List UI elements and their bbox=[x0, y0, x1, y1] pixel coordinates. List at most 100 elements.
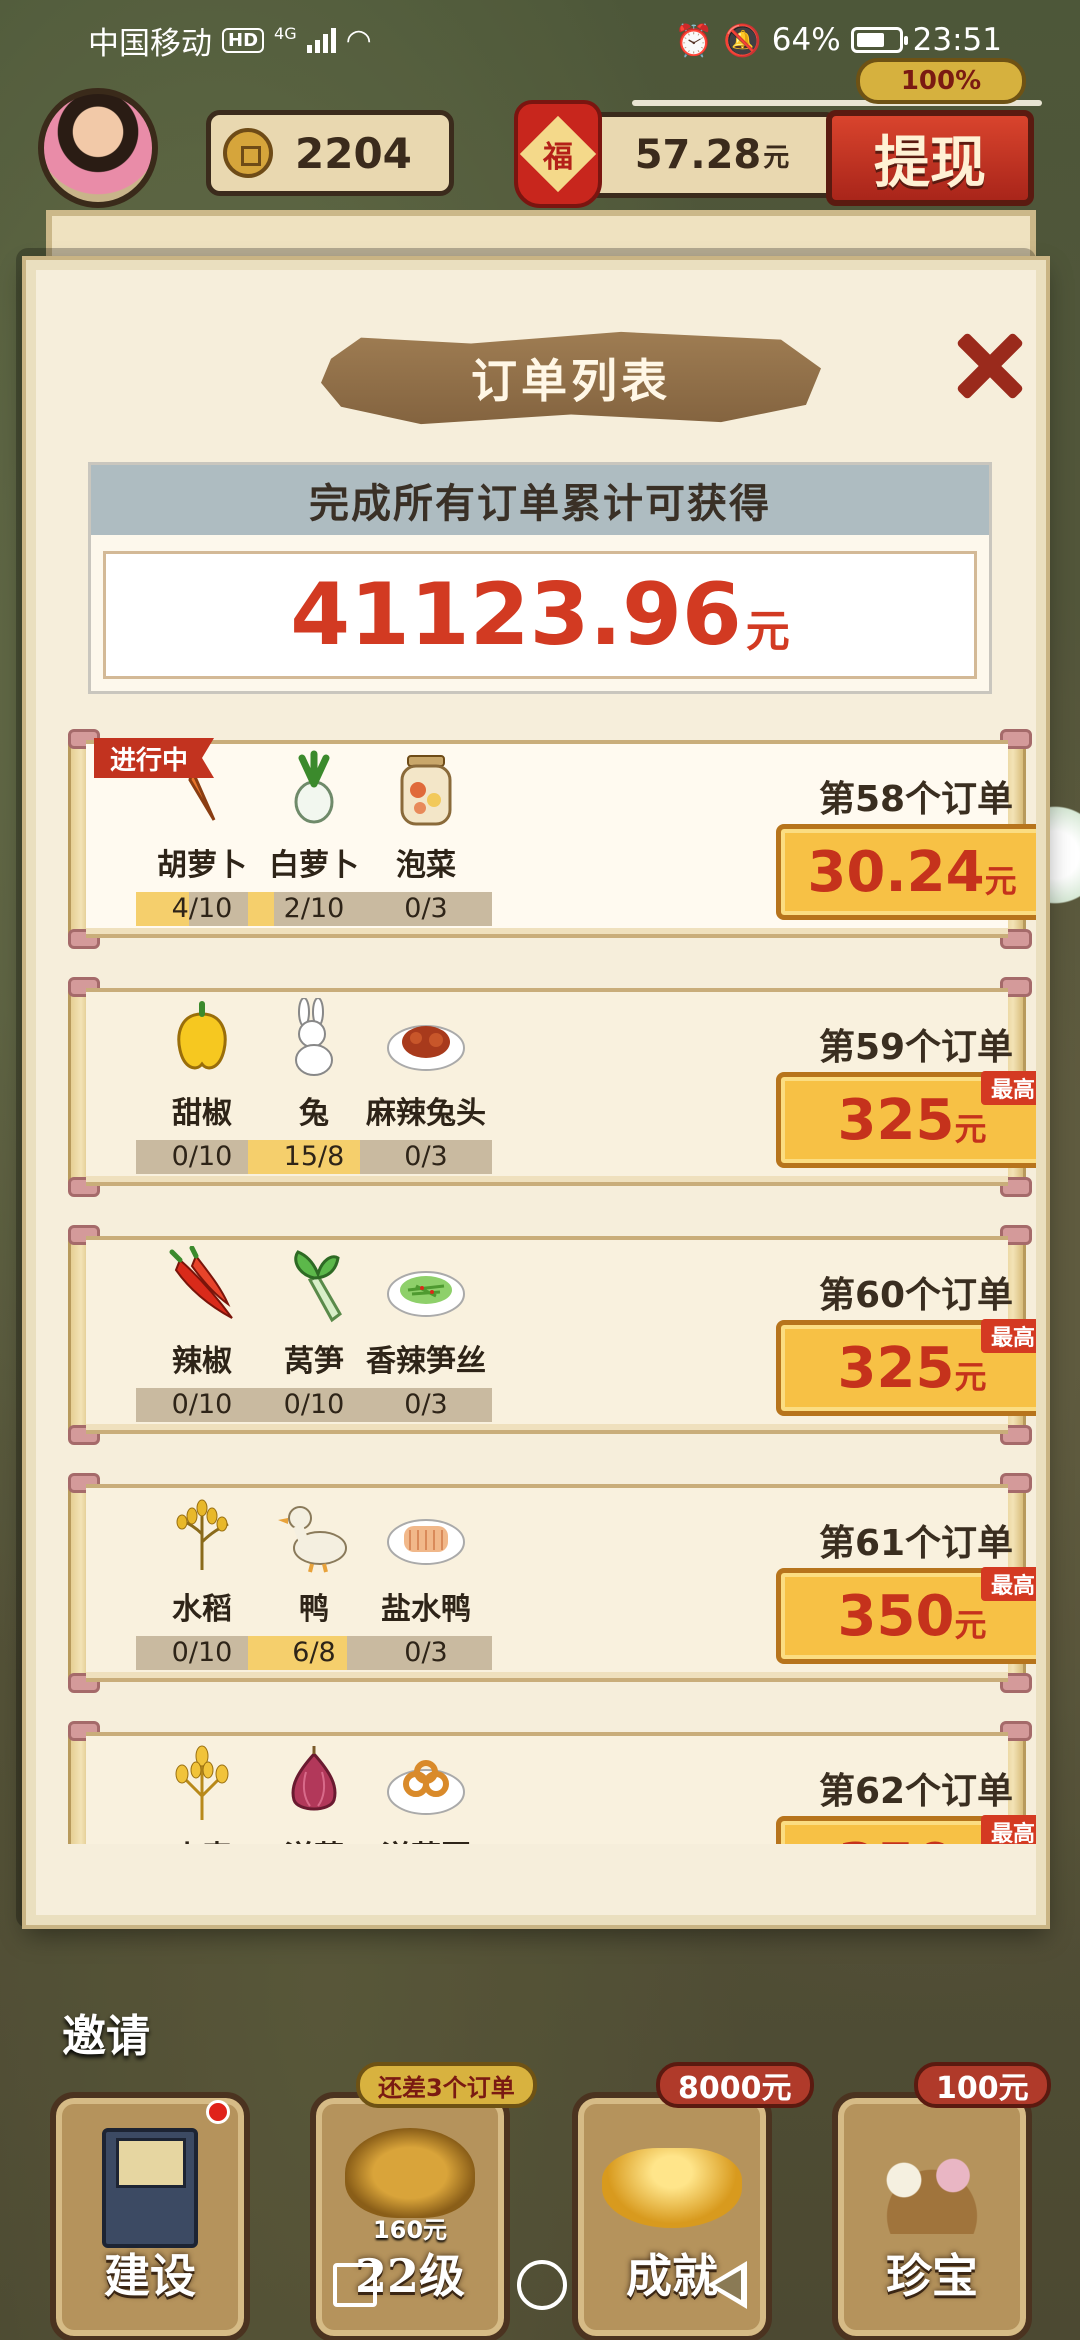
mute-icon: 🔕 bbox=[723, 22, 762, 59]
reward-unit: 元 bbox=[984, 862, 1017, 900]
invite-button[interactable]: 邀请 bbox=[62, 2000, 150, 2064]
order-ingredient[interactable]: 泡菜 0/3 bbox=[360, 750, 492, 940]
ingredient-count: 0/10 bbox=[171, 1637, 233, 1668]
recent-apps-icon[interactable] bbox=[333, 2263, 377, 2307]
order-reward-button[interactable]: 350元 最高 bbox=[776, 1567, 1036, 1664]
dialog-title: 订单列表 bbox=[471, 354, 671, 408]
ingredient-name: 麻辣兔头 bbox=[366, 1096, 486, 1131]
ingredient-count: 2/10 bbox=[283, 893, 345, 924]
ingredient-count: 15/8 bbox=[283, 1141, 345, 1172]
dialog-title-ribbon: 订单列表 bbox=[321, 331, 821, 425]
duck-icon bbox=[274, 1494, 354, 1574]
clock: 23:51 bbox=[912, 22, 1002, 58]
order-reward-button[interactable]: 325 元 最高 bbox=[776, 1071, 1036, 1168]
max-tag: 最高 bbox=[980, 1567, 1036, 1601]
ingredient-count: 0/10 bbox=[171, 1141, 233, 1172]
home-icon[interactable] bbox=[517, 2260, 567, 2310]
order-number: 第62个订单 bbox=[818, 1771, 1014, 1812]
order-card: 水稻 0/10 鸭 6/8 盐水鸭 0/3 第61个订单 350 元最高 bbox=[56, 1473, 1036, 1693]
reward-value: 350 bbox=[837, 1583, 955, 1649]
order-card-body: 甜椒 0/10 兔 15/8 麻辣兔头 0/3 第59个订单 325 元最高 bbox=[86, 988, 1036, 1188]
order-ingredient[interactable]: 洋葱圈0/3 bbox=[360, 1742, 492, 1844]
wheat-icon bbox=[162, 1742, 242, 1822]
system-nav-bar bbox=[0, 2230, 1080, 2340]
pickle-jar-icon bbox=[386, 750, 466, 830]
ingredient-name: 香辣笋丝 bbox=[366, 1344, 486, 1379]
order-card: 小麦0/10洋葱0/10洋葱圈0/3第62个订单350元最高 bbox=[56, 1721, 1036, 1844]
order-number: 第58个订单 bbox=[818, 779, 1014, 820]
bell-pepper-icon bbox=[162, 998, 242, 1078]
network-label: 4G bbox=[274, 23, 297, 43]
close-icon[interactable] bbox=[954, 330, 1024, 400]
reward-unit: 元 bbox=[954, 1110, 987, 1148]
coin-counter: 2204 bbox=[206, 110, 454, 196]
total-value: 41123.96 bbox=[290, 565, 742, 665]
ingredient-count: 4/10 bbox=[171, 893, 233, 924]
withdraw-button[interactable]: 提现 bbox=[826, 110, 1034, 206]
fu-char: 福 bbox=[543, 140, 573, 175]
signal-icon bbox=[306, 27, 336, 53]
ingredient-progress: 0/3 bbox=[360, 1388, 492, 1422]
order-ingredient[interactable]: 盐水鸭 0/3 bbox=[360, 1494, 492, 1684]
ingredient-progress: 0/3 bbox=[360, 1636, 492, 1670]
ingredient-count: 0/3 bbox=[404, 1389, 448, 1420]
onion-icon bbox=[274, 1742, 354, 1822]
order-ingredient[interactable]: 香辣笋丝 0/3 bbox=[360, 1246, 492, 1436]
hd-icon: HD bbox=[222, 27, 265, 53]
cash-value: 57.28 bbox=[634, 132, 762, 178]
reward-unit: 元 bbox=[954, 1606, 987, 1644]
order-reward-button[interactable]: 325 元 最高 bbox=[776, 1319, 1036, 1416]
order-card: 进行中 胡萝卜 4/10 白萝卜 2/10 泡菜 0/3 第58个订单 30.24 元 bbox=[56, 729, 1036, 949]
ingredient-count: 0/3 bbox=[404, 1637, 448, 1668]
toad-icon bbox=[345, 2128, 475, 2218]
wifi-icon: ◠ bbox=[345, 22, 372, 58]
chili-icon bbox=[162, 1246, 242, 1326]
order-reward-button[interactable]: 350元最高 bbox=[776, 1815, 1036, 1844]
order-card: 辣椒 0/10 莴笋 0/10 香辣笋丝 0/3 第60个订单 325 元最高 bbox=[56, 1225, 1036, 1445]
status-bar: 中国移动 HD 4G ◠ ⏰ 🔕 64% 23:51 bbox=[0, 0, 1080, 80]
rice-icon bbox=[162, 1494, 242, 1574]
ingredient-count: 6/8 bbox=[292, 1637, 336, 1668]
total-value-box: 41123.96 元 bbox=[103, 551, 977, 679]
alarm-icon: ⏰ bbox=[674, 22, 714, 59]
cash-balance: 57.28 元 bbox=[588, 112, 836, 198]
order-list-dialog: 订单列表 完成所有订单累计可获得 41123.96 元 进行中 胡萝卜 4/10 白萝… bbox=[26, 260, 1046, 1925]
total-unit: 元 bbox=[745, 606, 790, 657]
battery-icon bbox=[850, 27, 908, 53]
order-number: 第60个订单 bbox=[818, 1275, 1014, 1316]
order-card-body: 水稻 0/10 鸭 6/8 盐水鸭 0/3 第61个订单 350 元最高 bbox=[86, 1484, 1036, 1684]
reward-value: 325 bbox=[837, 1087, 955, 1153]
ingredient-name: 盐水鸭 bbox=[381, 1592, 471, 1627]
ingredient-count: 0/10 bbox=[283, 1389, 345, 1420]
red-envelope-icon[interactable]: 福 bbox=[514, 100, 602, 208]
ingredient-count: 0/3 bbox=[404, 893, 448, 924]
total-heading: 完成所有订单累计可获得 bbox=[91, 465, 989, 535]
lettuce-stem-icon bbox=[274, 1246, 354, 1326]
order-reward-button[interactable]: 30.24 元 bbox=[776, 824, 1036, 920]
achievement-badge: 8000元 bbox=[656, 2062, 814, 2108]
order-ingredient[interactable]: 麻辣兔头 0/3 bbox=[360, 998, 492, 1188]
progress-fill bbox=[248, 892, 275, 926]
gold-ingot-icon bbox=[602, 2148, 742, 2228]
radish-icon bbox=[274, 750, 354, 830]
order-card-body: 进行中 胡萝卜 4/10 白萝卜 2/10 泡菜 0/3 第58个订单 30.24 元 bbox=[86, 738, 1036, 940]
rabbit-head-dish-icon bbox=[386, 998, 466, 1078]
max-tag: 最高 bbox=[980, 1815, 1036, 1844]
avatar[interactable] bbox=[38, 88, 158, 208]
salted-duck-icon bbox=[386, 1494, 466, 1574]
ingredient-progress: 0/3 bbox=[360, 892, 492, 926]
ingredient-progress: 0/3 bbox=[360, 1140, 492, 1174]
ingredient-count: 0/10 bbox=[171, 1389, 233, 1420]
in-progress-tag: 进行中 bbox=[94, 738, 215, 778]
reward-unit: 元 bbox=[954, 1358, 987, 1396]
reward-value: 325 bbox=[837, 1335, 955, 1401]
treasure-badge: 100元 bbox=[914, 2062, 1051, 2108]
shredded-dish-icon bbox=[386, 1246, 466, 1326]
carrier-label: 中国移动 bbox=[88, 25, 212, 62]
back-icon[interactable] bbox=[707, 2261, 747, 2309]
ingredient-name: 泡菜 bbox=[396, 848, 456, 883]
battery-percent: 64% bbox=[771, 22, 841, 58]
order-list[interactable]: 进行中 胡萝卜 4/10 白萝卜 2/10 泡菜 0/3 第58个订单 30.24 元甜椒 0/10… bbox=[56, 726, 1036, 1844]
coin-value: 2204 bbox=[295, 128, 412, 178]
cash-unit: 元 bbox=[763, 142, 790, 173]
